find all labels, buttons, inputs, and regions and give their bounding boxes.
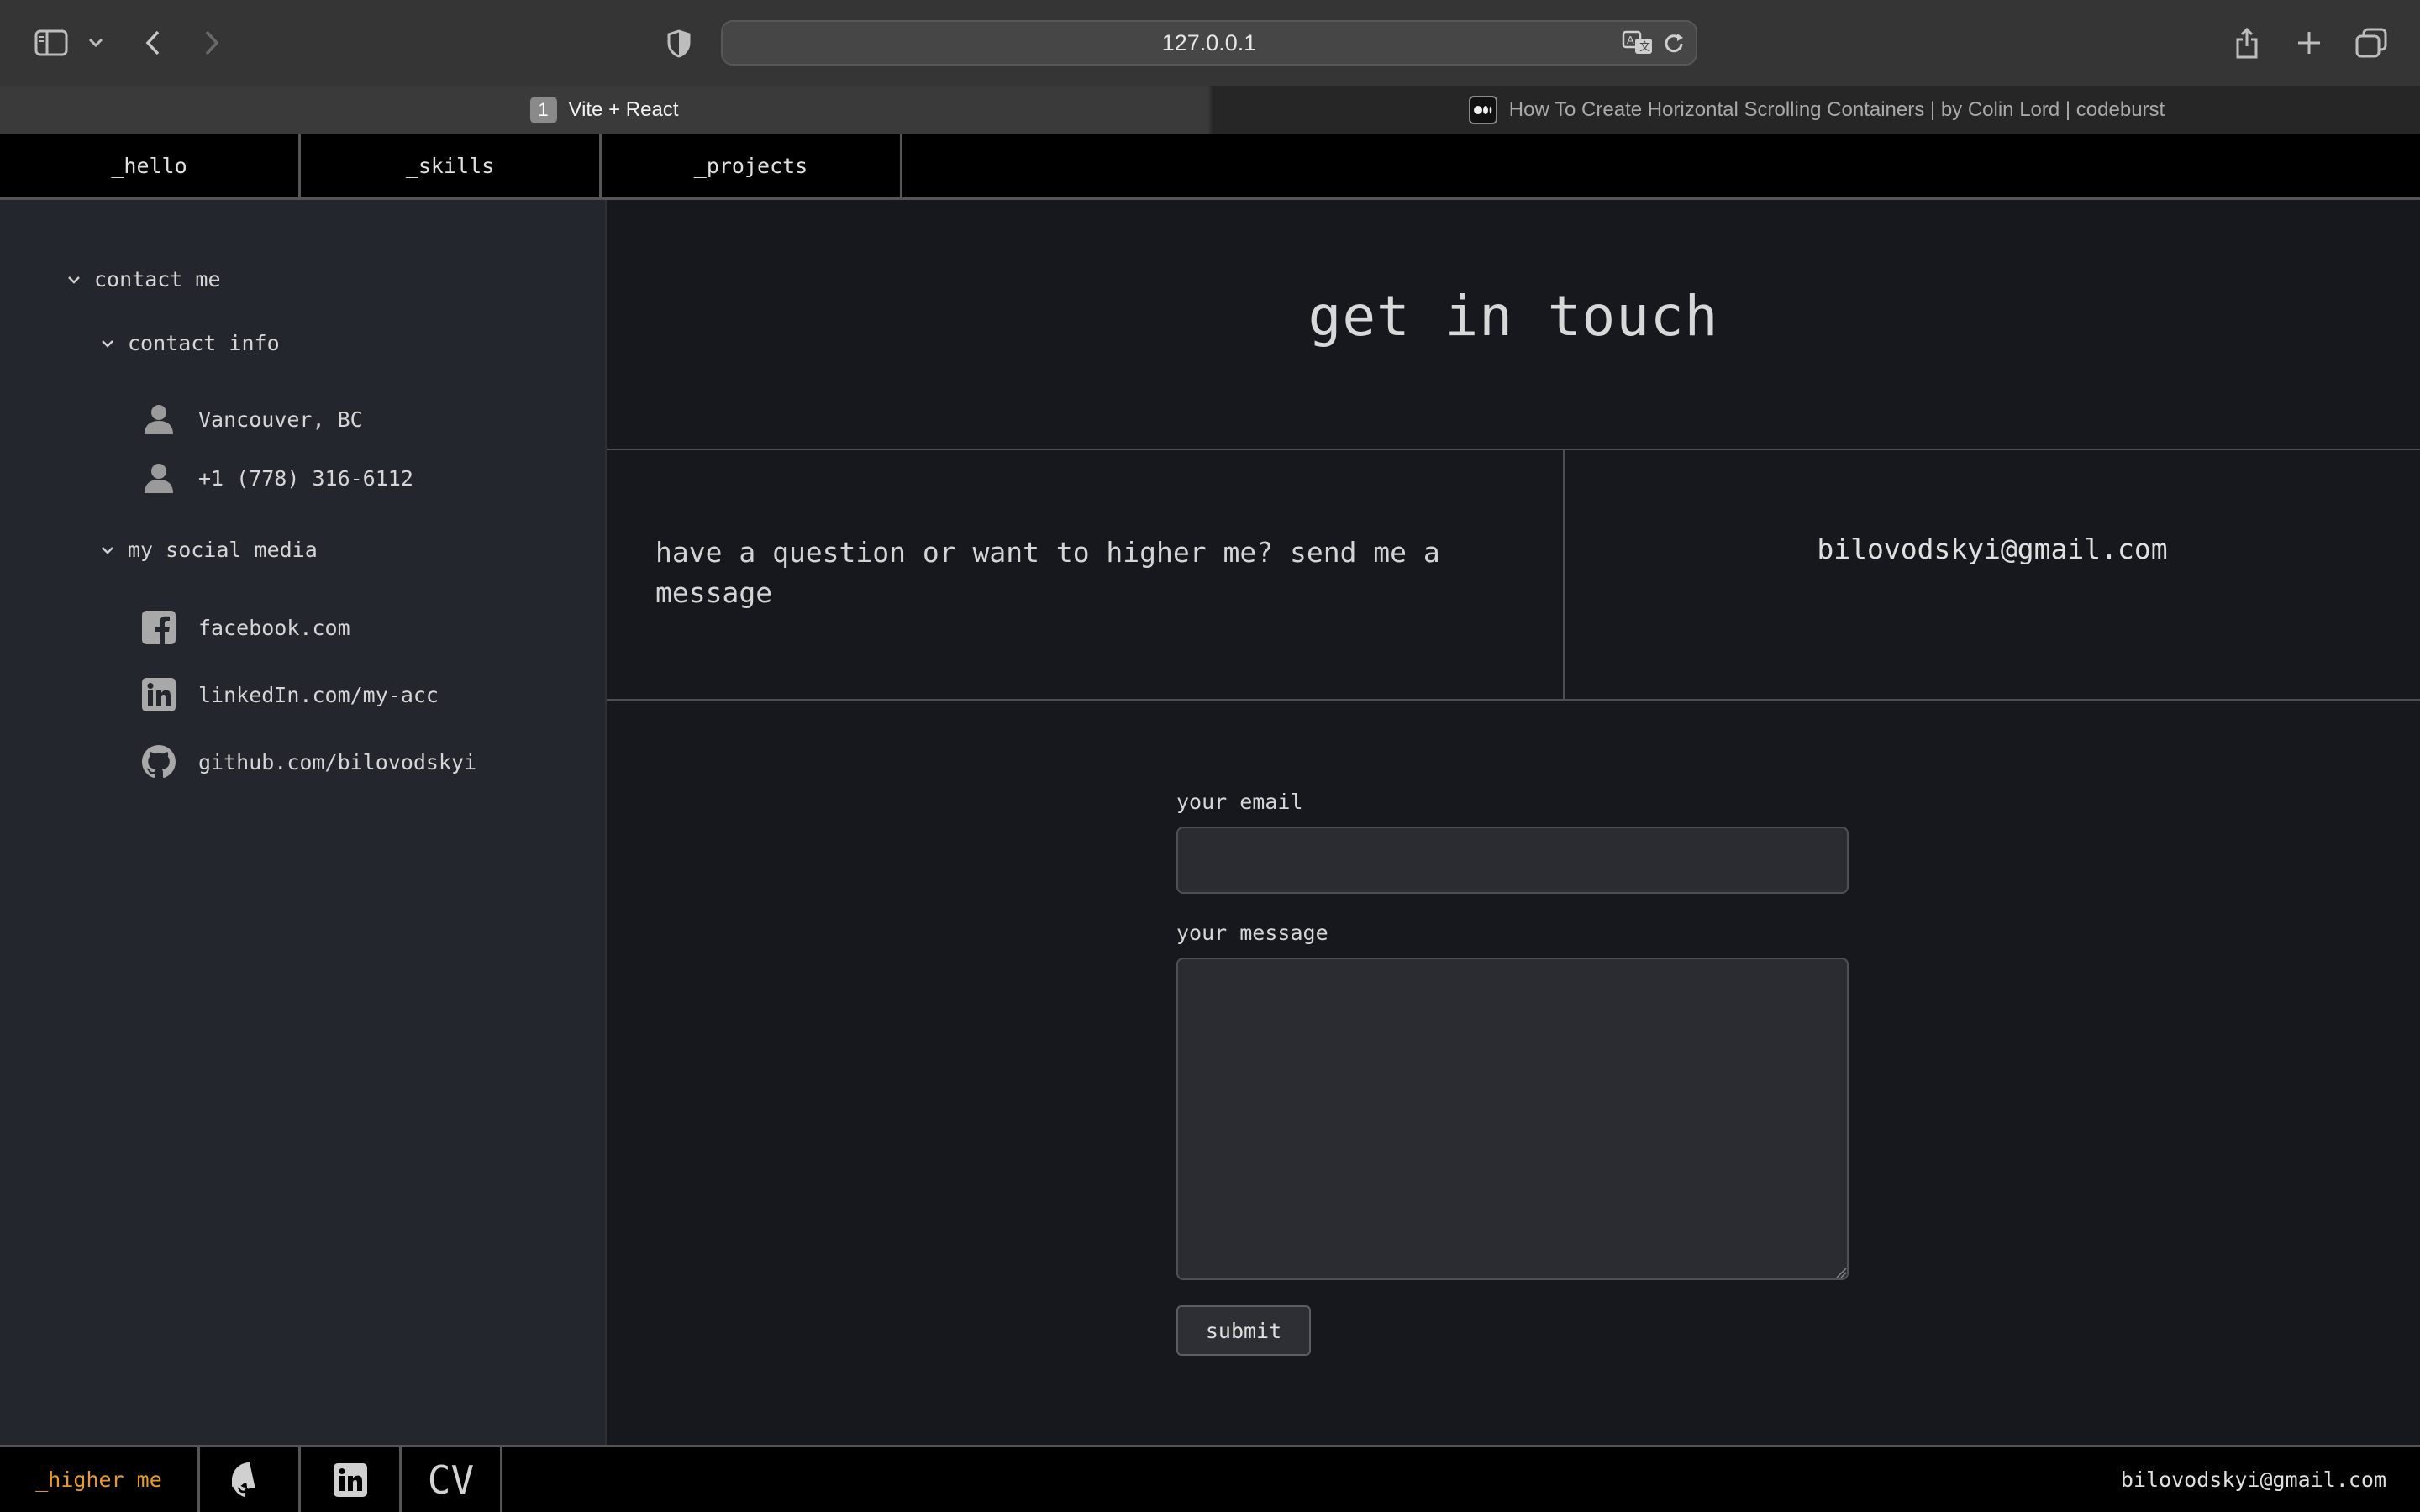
browser-tab-bar: 1 Vite + React How To Create Horizontal … xyxy=(0,86,2420,134)
tab-overview-icon[interactable] xyxy=(2353,25,2390,60)
github-icon xyxy=(231,1462,267,1498)
address-bar[interactable]: 127.0.0.1 A文 xyxy=(721,20,1697,66)
divider xyxy=(607,449,2420,450)
contact-phone: +1 (778) 316-6112 xyxy=(141,460,413,496)
chevron-down-icon xyxy=(62,268,86,291)
share-icon[interactable] xyxy=(2230,24,2264,62)
tree-contact-me[interactable]: contact me xyxy=(62,267,221,291)
nav-tab-projects[interactable]: _projects xyxy=(602,134,902,197)
location-text: Vancouver, BC xyxy=(198,407,363,432)
email-field[interactable] xyxy=(1176,827,1849,894)
browser-chrome: 127.0.0.1 A文 1 Vite + React How To Creat… xyxy=(0,0,2420,134)
translate-icon[interactable]: A文 xyxy=(1622,30,1654,55)
social-linkedin[interactable]: linkedIn.com/my-acc xyxy=(141,677,439,712)
new-tab-icon[interactable] xyxy=(2292,25,2326,60)
footer-email[interactable]: bilovodskyi@gmail.com xyxy=(2121,1447,2386,1512)
hire-me-link[interactable]: _higher me xyxy=(0,1447,200,1512)
tab-title: How To Create Horizontal Scrolling Conta… xyxy=(1508,98,2165,121)
facebook-icon xyxy=(141,610,176,645)
person-icon xyxy=(141,460,176,496)
linkedin-icon xyxy=(141,677,176,712)
linkedin-link: linkedIn.com/my-acc xyxy=(198,682,439,707)
footer-linkedin-link[interactable] xyxy=(301,1447,402,1512)
message-field[interactable] xyxy=(1176,958,1849,1280)
sidebar: contact me contact info Vancouver, BC +1… xyxy=(0,200,607,1445)
chevron-down-icon xyxy=(96,332,119,355)
social-facebook[interactable]: facebook.com xyxy=(141,610,350,645)
tree-label: contact info xyxy=(128,331,280,355)
reload-icon[interactable] xyxy=(1662,32,1686,55)
tree-contact-info[interactable]: contact info xyxy=(96,331,280,355)
message-label: your message xyxy=(1176,921,1328,945)
submit-button[interactable]: submit xyxy=(1176,1305,1311,1356)
tree-label: my social media xyxy=(128,538,318,562)
browser-tab-active[interactable]: 1 Vite + React xyxy=(0,86,1208,134)
medium-icon xyxy=(1468,96,1497,124)
phone-text: +1 (778) 316-6112 xyxy=(198,465,413,491)
contact-location: Vancouver, BC xyxy=(141,402,363,437)
svg-text:A: A xyxy=(1627,34,1634,46)
svg-text:文: 文 xyxy=(1639,40,1650,53)
nav-tab-hello[interactable]: _hello xyxy=(0,134,301,197)
contact-email[interactable]: bilovodskyi@gmail.com xyxy=(1565,533,2420,565)
email-label: your email xyxy=(1176,790,1303,814)
chevron-down-icon xyxy=(96,538,119,562)
footer: _higher me CV bilovodskyi@gmail.com xyxy=(0,1445,2420,1512)
tab-number-badge: 1 xyxy=(529,97,557,123)
main-content: get in touch have a question or want to … xyxy=(607,200,2420,1445)
footer-github-link[interactable] xyxy=(200,1447,301,1512)
top-navigation: _hello _skills _projects xyxy=(0,134,2420,200)
github-icon xyxy=(141,744,176,780)
social-github[interactable]: github.com/bilovodskyi xyxy=(141,744,476,780)
contact-prompt: have a question or want to higher me? se… xyxy=(655,536,1440,609)
resize-handle-icon[interactable] xyxy=(1835,1267,1847,1278)
tree-social-media[interactable]: my social media xyxy=(96,538,318,562)
facebook-link: facebook.com xyxy=(198,615,350,640)
chevron-down-icon[interactable] xyxy=(84,30,108,55)
linkedin-icon xyxy=(333,1462,367,1497)
browser-tab-inactive[interactable]: How To Create Horizontal Scrolling Conta… xyxy=(1210,86,2420,134)
person-icon xyxy=(141,402,176,437)
page-title: get in touch xyxy=(1307,284,1719,349)
sidebar-toggle-icon[interactable] xyxy=(32,25,71,60)
divider xyxy=(607,699,2420,701)
nav-tab-skills[interactable]: _skills xyxy=(301,134,602,197)
cv-link[interactable]: CV xyxy=(402,1447,502,1512)
shield-icon[interactable] xyxy=(664,27,694,60)
forward-icon[interactable] xyxy=(195,25,229,60)
address-text: 127.0.0.1 xyxy=(1161,29,1257,55)
divider xyxy=(1563,449,1565,699)
browser-toolbar: 127.0.0.1 A文 xyxy=(0,0,2420,86)
tab-title: Vite + React xyxy=(568,98,679,121)
back-icon[interactable] xyxy=(136,25,170,60)
github-link: github.com/bilovodskyi xyxy=(198,749,477,774)
tree-label: contact me xyxy=(94,267,221,291)
